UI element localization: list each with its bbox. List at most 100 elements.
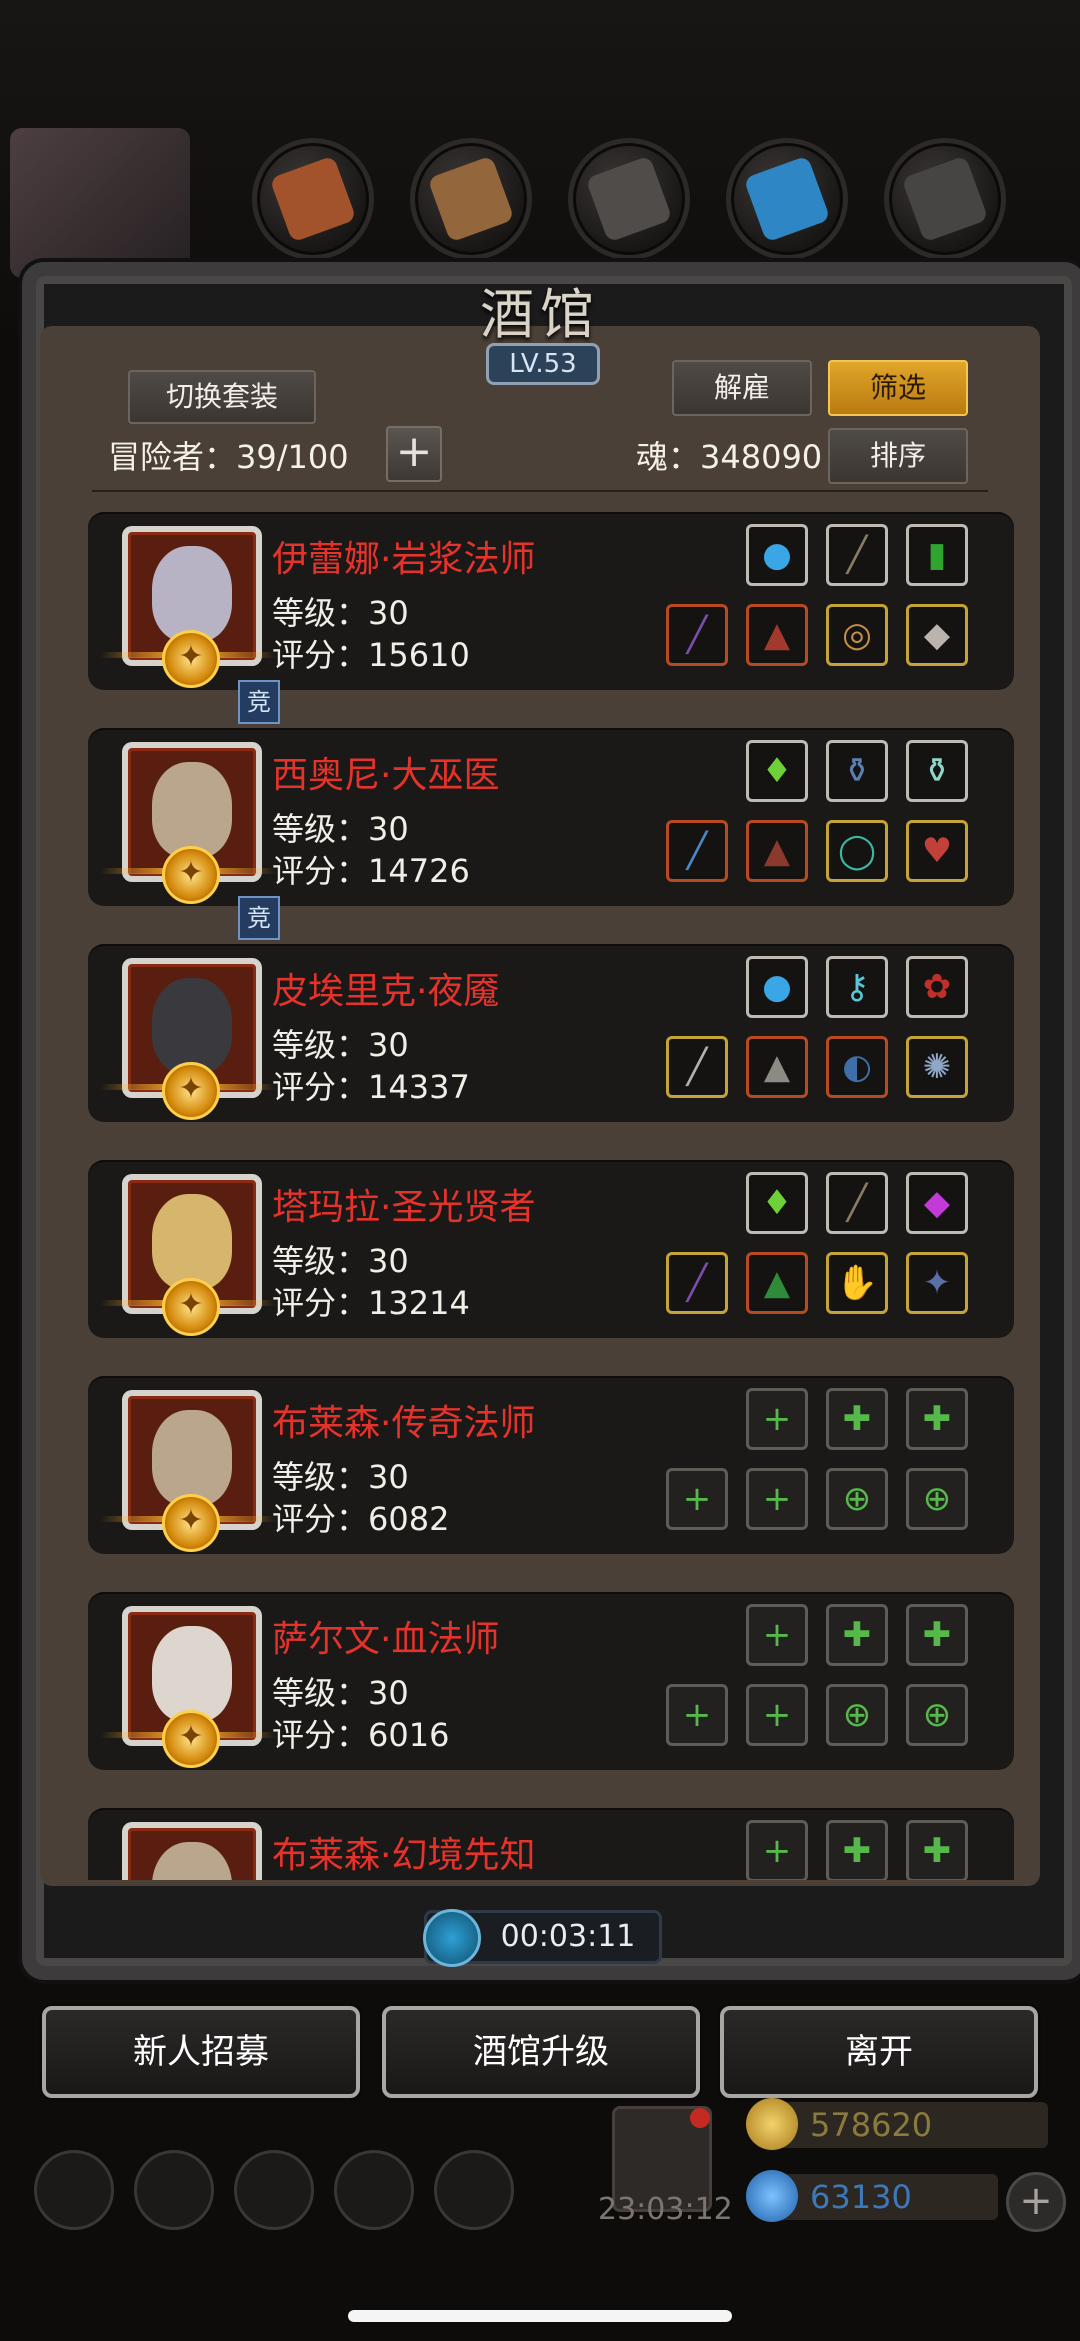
empty-slot-plus-icon[interactable]: ⊕: [906, 1468, 968, 1530]
amulet-item-icon[interactable]: ♥: [906, 820, 968, 882]
gold-coin-icon: [746, 2098, 798, 2150]
star-icon: ✦: [162, 1494, 220, 1552]
necklace-item-icon[interactable]: ◯: [826, 820, 888, 882]
empty-slot-plus-icon[interactable]: +: [666, 1468, 728, 1530]
notification-dot: [690, 2108, 710, 2128]
chestplate-item-icon[interactable]: ▲: [746, 1036, 808, 1098]
sort-button[interactable]: 排序: [828, 428, 968, 484]
hero-card[interactable]: ✦ 塔玛拉·圣光贤者 等级：30 评分：13214 ♦ ╱ ◆ ╱ ▲ ✋ ✦: [88, 1160, 1014, 1338]
timer-text: 00:03:11: [500, 1919, 636, 1954]
weapon-item-icon[interactable]: ╱: [826, 524, 888, 586]
hero-level: 等级：30: [272, 594, 409, 632]
gift-timer: 23:03:12: [598, 2192, 733, 2227]
empty-slot-plus-icon[interactable]: ✚: [826, 1388, 888, 1450]
pendant-item-icon[interactable]: ✺: [906, 1036, 968, 1098]
dismiss-button[interactable]: 解雇: [672, 360, 812, 416]
hero-name: 布莱森·幻境先知: [272, 1835, 536, 1876]
star-icon: ✦: [162, 846, 220, 904]
hero-portrait: [122, 1822, 262, 1880]
star-icon: ✦: [162, 1278, 220, 1336]
hero-card[interactable]: ✦ 伊蕾娜·岩浆法师 等级：30 评分：15610 ● ╱ ▮ ╱ ▲ ◎ ◆: [88, 512, 1014, 690]
weapon-item-icon[interactable]: ╱: [826, 1172, 888, 1234]
empty-slot-plus-icon[interactable]: +: [746, 1388, 808, 1450]
empty-slot-plus-icon[interactable]: +: [666, 1684, 728, 1746]
empty-slot-plus-icon[interactable]: ⊕: [826, 1684, 888, 1746]
hero-icon[interactable]: [134, 2150, 214, 2230]
wand-item-icon[interactable]: ╱: [666, 820, 728, 882]
bracer-item-icon[interactable]: ◐: [826, 1036, 888, 1098]
empty-slot-plus-icon[interactable]: ✚: [906, 1820, 968, 1880]
armor-item-icon[interactable]: ▲: [746, 604, 808, 666]
hero-card[interactable]: ✦ 布莱森·传奇法师 等级：30 评分：6082 + ✚ ✚ + + ⊕ ⊕: [88, 1376, 1014, 1554]
hero-name: 布莱森·传奇法师: [272, 1403, 536, 1444]
hero-name: 伊蕾娜·岩浆法师: [272, 539, 536, 580]
glove-item-icon[interactable]: ✋: [826, 1252, 888, 1314]
stone-resource-icon[interactable]: [568, 138, 690, 260]
hero-card[interactable]: ✦ 萨尔文·血法师 等级：30 评分：6016 + ✚ ✚ + + ⊕ ⊕: [88, 1592, 1014, 1770]
gold-display: 578620: [746, 2098, 1048, 2150]
hero-name: 西奥尼·大巫医: [272, 755, 500, 796]
empty-slot-plus-icon[interactable]: +: [746, 1820, 808, 1880]
hero-list[interactable]: ✦ 伊蕾娜·岩浆法师 等级：30 评分：15610 ● ╱ ▮ ╱ ▲ ◎ ◆ …: [48, 500, 1032, 1880]
hero-level: 等级：30: [272, 1458, 409, 1496]
meat-resource-icon[interactable]: [252, 138, 374, 260]
recruit-button[interactable]: 新人招募: [42, 2006, 360, 2098]
gem-icon: [746, 2170, 798, 2222]
wood-resource-icon[interactable]: [410, 138, 532, 260]
hero-score: 评分：6016: [272, 1716, 450, 1754]
empty-slot-plus-icon[interactable]: ✚: [826, 1820, 888, 1880]
mail-icon[interactable]: [334, 2150, 414, 2230]
hero-card[interactable]: ✦ 皮埃里克·夜魇 等级：30 评分：14337 ● ⚷ ✿ ╱ ▲ ◐ ✺: [88, 944, 1014, 1122]
upgrade-tavern-button[interactable]: 酒馆升级: [382, 2006, 700, 2098]
bottle-item-icon[interactable]: ⚱: [906, 740, 968, 802]
orb-item-icon[interactable]: ●: [746, 524, 808, 586]
star-icon: ✦: [162, 630, 220, 688]
flower-item-icon[interactable]: ✿: [906, 956, 968, 1018]
shield-item-icon[interactable]: ◆: [906, 604, 968, 666]
armor-item-icon[interactable]: ▲: [746, 1252, 808, 1314]
key-item-icon[interactable]: ⚷: [826, 956, 888, 1018]
crystal-resource-icon[interactable]: [726, 138, 848, 260]
hero-score: 评分：14337: [272, 1068, 470, 1106]
hero-card[interactable]: ✦ 西奥尼·大巫医 等级：30 评分：14726 ♦ ⚱ ⚱ ╱ ▲ ◯ ♥: [88, 728, 1014, 906]
charm-item-icon[interactable]: ✦: [906, 1252, 968, 1314]
orb-item-icon[interactable]: ●: [746, 956, 808, 1018]
ring-item-icon[interactable]: ◎: [826, 604, 888, 666]
empty-slot-plus-icon[interactable]: ⊕: [906, 1684, 968, 1746]
empty-slot-plus-icon[interactable]: ✚: [906, 1604, 968, 1666]
robe-item-icon[interactable]: ▲: [746, 820, 808, 882]
bag-icon[interactable]: [234, 2150, 314, 2230]
leave-button[interactable]: 离开: [720, 2006, 1038, 2098]
star-icon: ✦: [162, 1710, 220, 1768]
scroll-item-icon[interactable]: ▮: [906, 524, 968, 586]
empty-slot-plus-icon[interactable]: +: [746, 1684, 808, 1746]
tavern-level-badge: LV.53: [486, 343, 600, 385]
guild-icon[interactable]: [434, 2150, 514, 2230]
gem-item-icon[interactable]: ♦: [746, 740, 808, 802]
add-adventurer-button[interactable]: +: [386, 426, 442, 482]
filter-button[interactable]: 筛选: [828, 360, 968, 416]
hero-card[interactable]: 布莱森·幻境先知 + ✚ ✚: [88, 1808, 1014, 1880]
empty-slot-plus-icon[interactable]: +: [746, 1468, 808, 1530]
empty-slot-plus-icon[interactable]: ✚: [906, 1388, 968, 1450]
iron-resource-icon[interactable]: [884, 138, 1006, 260]
empty-slot-plus-icon[interactable]: ⊕: [826, 1468, 888, 1530]
switch-outfit-button[interactable]: 切换套装: [128, 370, 316, 424]
potion-item-icon[interactable]: ⚱: [826, 740, 888, 802]
arena-badge: 竞: [238, 896, 280, 940]
spear-item-icon[interactable]: ╱: [666, 1036, 728, 1098]
gem-item-icon[interactable]: ♦: [746, 1172, 808, 1234]
staff-item-icon[interactable]: ╱: [666, 1252, 728, 1314]
staff-item-icon[interactable]: ╱: [666, 604, 728, 666]
hero-name: 皮埃里克·夜魇: [272, 971, 500, 1012]
hero-score: 评分：6082: [272, 1500, 450, 1538]
hero-level: 等级：30: [272, 1242, 409, 1280]
settings-icon[interactable]: [34, 2150, 114, 2230]
star-icon: ✦: [162, 1062, 220, 1120]
empty-slot-plus-icon[interactable]: ✚: [826, 1604, 888, 1666]
crystal-item-icon[interactable]: ◆: [906, 1172, 968, 1234]
home-indicator[interactable]: [348, 2310, 732, 2322]
empty-slot-plus-icon[interactable]: +: [746, 1604, 808, 1666]
adventurer-count: 冒险者：39/100: [108, 438, 349, 476]
add-currency-button[interactable]: +: [1006, 2172, 1066, 2232]
